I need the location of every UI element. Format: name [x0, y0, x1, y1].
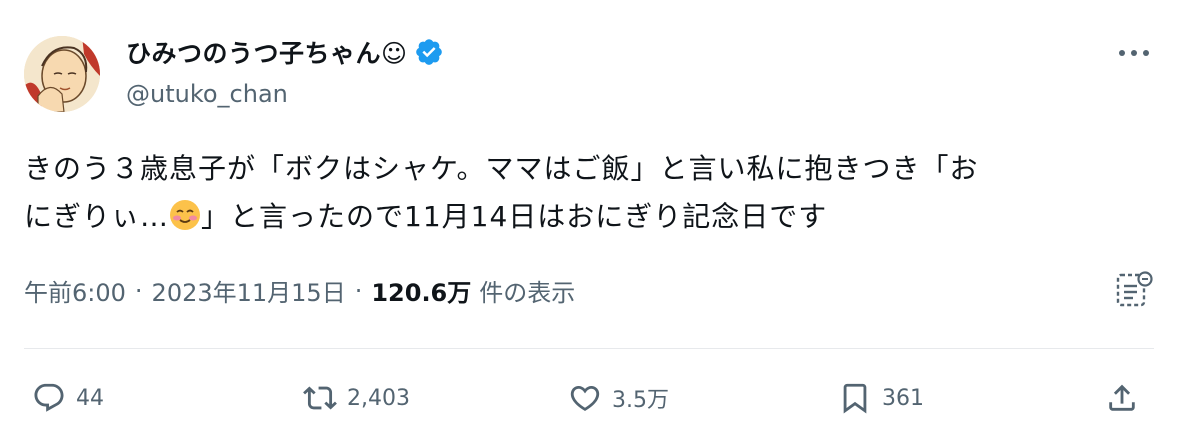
share-button[interactable]	[1105, 376, 1139, 420]
name-row: ひみつのうつ子ちゃん☺	[126, 34, 444, 70]
smiling-face-icon	[169, 198, 201, 230]
view-count: 120.6万	[371, 279, 472, 307]
retweet-button[interactable]: 2,403	[303, 376, 410, 420]
post-date[interactable]: 2023年11月15日	[152, 273, 346, 308]
analytics-icon[interactable]	[1115, 270, 1155, 310]
more-options-icon[interactable]	[1112, 38, 1156, 68]
like-count: 3.5万	[612, 388, 669, 413]
bookmark-icon	[843, 383, 867, 414]
separator-dot: ·	[134, 276, 143, 305]
bookmark-button[interactable]: 361	[838, 376, 924, 420]
like-button[interactable]: 3.5万	[568, 376, 669, 420]
bookmark-count: 361	[882, 385, 924, 411]
reply-button[interactable]: 44	[32, 376, 104, 420]
user-handle[interactable]: @utuko_chan	[126, 80, 288, 108]
tweet-line-1: きのう３歳息子が「ボクはシャケ。ママはご飯」と言い私に抱きつき「お	[24, 152, 979, 185]
avatar-illustration	[24, 36, 100, 112]
tweet-line-2-start: にぎりぃ…	[24, 200, 170, 233]
avatar[interactable]	[24, 36, 100, 112]
share-icon	[1109, 384, 1135, 411]
tweet-text: きのう３歳息子が「ボクはシャケ。ママはご飯」と言い私に抱きつき「お にぎりぃ… …	[24, 145, 1154, 241]
heart-icon	[570, 385, 600, 411]
tweet-line-2: にぎりぃ… 」と言ったので11月14日はおにぎり記念日です	[24, 193, 1154, 241]
retweet-icon	[303, 386, 337, 410]
post-time[interactable]: 午前6:00	[24, 273, 126, 308]
reply-count: 44	[76, 385, 104, 411]
verified-badge-icon[interactable]	[414, 37, 444, 67]
retweet-count: 2,403	[347, 385, 410, 411]
views-label: 件の表示	[479, 279, 576, 307]
separator-dot: ·	[354, 276, 363, 305]
display-name[interactable]: ひみつのうつ子ちゃん☺	[126, 34, 408, 70]
reply-icon	[34, 383, 64, 412]
divider	[24, 348, 1154, 349]
tweet-meta: 午前6:00 · 2023年11月15日 · 120.6万 件の表示	[24, 273, 575, 308]
tweet-line-2-end: 」と言ったので11月14日はおにぎり記念日です	[201, 200, 828, 233]
